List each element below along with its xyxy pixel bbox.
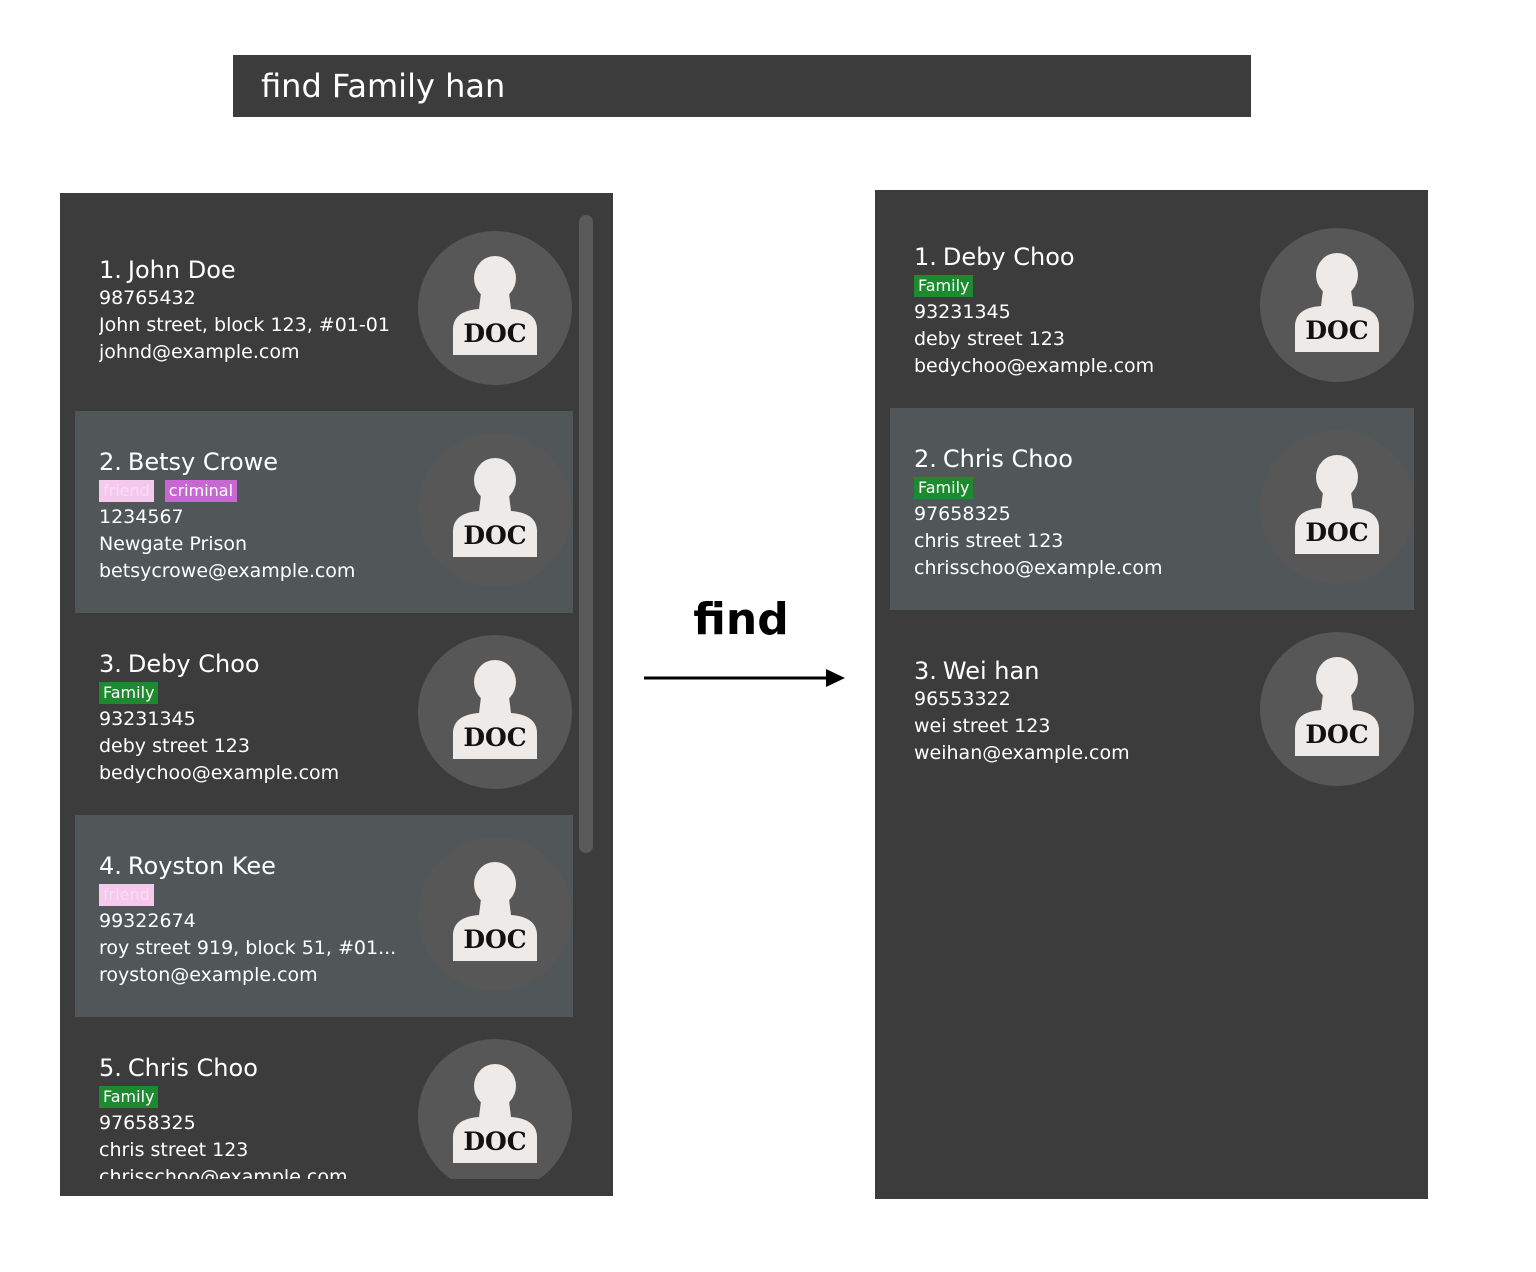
person-phone: 99322674 — [99, 910, 196, 932]
right-arrow-icon — [644, 669, 845, 687]
person-doc-icon: DOC — [452, 256, 538, 355]
person-address: Newgate Prison — [99, 533, 248, 555]
svg-text:DOC: DOC — [463, 925, 526, 954]
person-name: Deby Choo — [942, 243, 1075, 271]
svg-text:DOC: DOC — [463, 521, 526, 550]
svg-text:DOC: DOC — [1305, 518, 1368, 547]
tag-friend: friend — [99, 479, 154, 502]
person-doc-icon: DOC — [452, 660, 538, 759]
person-name: John Doe — [127, 256, 236, 284]
person-address: roy street 919, block 51, #01... — [99, 937, 397, 959]
avatar: DOC — [1260, 228, 1414, 382]
person-email: chrisschoo@example.com — [914, 557, 1163, 579]
person-email: weihan@example.com — [914, 742, 1130, 764]
person-phone: 93231345 — [99, 708, 196, 730]
person-email: bedychoo@example.com — [914, 355, 1155, 377]
person-phone: 98765432 — [99, 287, 196, 309]
svg-text:DOC: DOC — [463, 1127, 526, 1156]
person-address: chris street 123 — [99, 1139, 249, 1161]
person-phone: 1234567 — [99, 506, 184, 528]
person-name: Wei han — [942, 657, 1040, 685]
person-list-panel-after: 1. Deby Choo Family 93231345 deby street … — [875, 190, 1428, 1199]
person-address: deby street 123 — [914, 328, 1065, 350]
person-address: deby street 123 — [99, 735, 250, 757]
person-name: Royston Kee — [127, 852, 276, 880]
person-email: betsycrowe@example.com — [99, 560, 356, 582]
tag-family: Family — [99, 681, 159, 704]
person-phone: 97658325 — [914, 503, 1011, 525]
person-card-1[interactable]: 1. John Doe 98765432 John street, block 1… — [75, 209, 573, 411]
person-card-4[interactable]: 4. Royston Kee friend 99322674 roy street… — [75, 815, 573, 1017]
svg-text:DOC: DOC — [463, 319, 526, 348]
scrollbar-thumb[interactable] — [579, 215, 593, 853]
tag-family: Family — [99, 1085, 159, 1108]
person-index: 1. — [914, 243, 937, 271]
person-name: Chris Choo — [127, 1054, 258, 1082]
person-phone: 97658325 — [99, 1112, 196, 1134]
person-index: 4. — [99, 852, 122, 880]
avatar: DOC — [418, 635, 572, 789]
avatar: DOC — [1260, 430, 1414, 584]
svg-text:DOC: DOC — [463, 723, 526, 752]
person-address: chris street 123 — [914, 530, 1064, 552]
person-phone: 96553322 — [914, 688, 1011, 710]
person-name: Chris Choo — [942, 445, 1073, 473]
person-index: 3. — [99, 650, 122, 678]
person-email: johnd@example.com — [99, 341, 300, 363]
person-list-panel-before: 1. John Doe 98765432 John street, block 1… — [60, 193, 613, 1196]
person-doc-icon: DOC — [1294, 455, 1380, 554]
arrow-label: find — [693, 594, 789, 645]
person-doc-icon: DOC — [1294, 657, 1380, 756]
person-email: bedychoo@example.com — [99, 762, 340, 784]
person-index: 1. — [99, 256, 122, 284]
person-doc-icon: DOC — [1294, 253, 1380, 352]
person-card-5[interactable]: 5. Chris Choo Family 97658325 chris stree… — [75, 1017, 573, 1179]
person-list-before[interactable]: 1. John Doe 98765432 John street, block 1… — [75, 209, 573, 1179]
person-index: 5. — [99, 1054, 122, 1082]
avatar: DOC — [418, 433, 572, 587]
person-index: 2. — [914, 445, 937, 473]
person-card-1[interactable]: 1. Deby Choo Family 93231345 deby street … — [890, 206, 1414, 408]
tag-criminal: criminal — [164, 479, 238, 502]
avatar: DOC — [418, 837, 572, 991]
command-input[interactable] — [233, 55, 1251, 117]
person-index: 3. — [914, 657, 937, 685]
person-doc-icon: DOC — [452, 1064, 538, 1163]
person-phone: 93231345 — [914, 301, 1011, 323]
person-doc-icon: DOC — [452, 458, 538, 557]
person-card-2[interactable]: 2. Betsy Crowe friend criminal 1234567 New… — [75, 411, 573, 613]
person-card-2[interactable]: 2. Chris Choo Family 97658325 chris stree… — [890, 408, 1414, 610]
person-card-3[interactable]: 3. Deby Choo Family 93231345 deby street … — [75, 613, 573, 815]
person-name: Betsy Crowe — [127, 448, 279, 476]
tag-family: Family — [914, 476, 974, 499]
person-address: wei street 123 — [914, 715, 1051, 737]
person-email: royston@example.com — [99, 964, 318, 986]
svg-text:DOC: DOC — [1305, 316, 1368, 345]
person-card-3[interactable]: 3. Wei han 96553322 wei street 123 weihan… — [890, 610, 1414, 812]
avatar: DOC — [1260, 632, 1414, 786]
person-email: chrisschoo@example.com — [99, 1166, 348, 1179]
avatar: DOC — [418, 231, 572, 385]
person-doc-icon: DOC — [452, 862, 538, 961]
avatar: DOC — [418, 1039, 572, 1179]
person-list-after[interactable]: 1. Deby Choo Family 93231345 deby street … — [890, 206, 1414, 1186]
person-index: 2. — [99, 448, 122, 476]
person-name: Deby Choo — [127, 650, 260, 678]
person-address: John street, block 123, #01-01 — [99, 314, 390, 336]
tag-family: Family — [914, 274, 974, 297]
svg-text:DOC: DOC — [1305, 720, 1368, 749]
tag-friend: friend — [99, 883, 154, 906]
